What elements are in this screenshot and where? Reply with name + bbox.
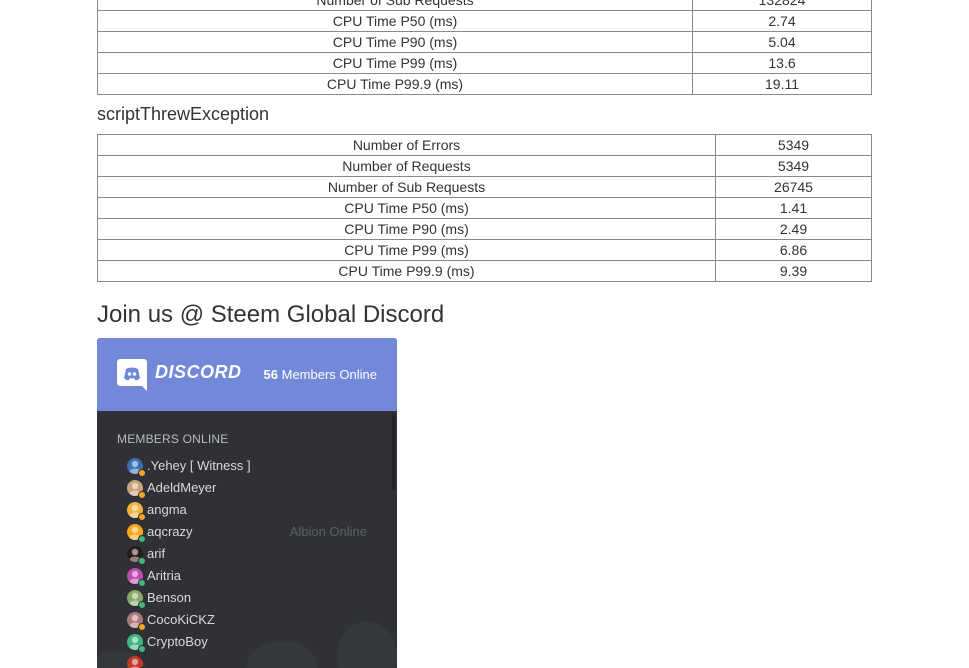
member-list: .Yehey [ Witness ] AdeldMeyer angma aqcrazy…	[127, 455, 397, 668]
metric-value: 5349	[716, 156, 872, 177]
status-indicator	[138, 469, 146, 477]
table-row: CPU Time P99.9 (ms)9.39	[98, 261, 872, 282]
exception-stats-table: Number of Errors5349Number of Requests53…	[97, 134, 872, 282]
status-indicator	[138, 513, 146, 521]
member-list-item[interactable]: angma	[127, 499, 397, 521]
members-online-heading: MEMBERS ONLINE	[117, 432, 229, 446]
metric-value: 2.49	[716, 219, 872, 240]
member-name: Aritria	[147, 568, 181, 584]
member-list-item[interactable]: CocoKiCKZ	[127, 609, 397, 631]
table-row: Number of Sub Requests26745	[98, 177, 872, 198]
status-indicator	[138, 601, 146, 609]
discord-wordmark: DISCORD	[155, 362, 242, 383]
discord-logo-icon	[117, 359, 147, 396]
member-name: .Yehey [ Witness ]	[147, 458, 251, 474]
metric-label: Number of Errors	[98, 135, 716, 156]
member-activity: Albion Online	[290, 524, 367, 540]
metric-value: 19.11	[693, 74, 872, 95]
member-name: Benson	[147, 590, 191, 606]
metric-value: 5349	[716, 135, 872, 156]
member-list-item[interactable]: .Yehey [ Witness ]	[127, 455, 397, 477]
discord-widget[interactable]: DISCORD 56 Members Online MEMBERS ONLINE…	[97, 338, 397, 668]
member-list-item[interactable]: arif	[127, 543, 397, 565]
metric-value: 2.74	[693, 11, 872, 32]
status-indicator	[138, 623, 146, 631]
metric-label: CPU Time P50 (ms)	[98, 11, 693, 32]
table-row: Number of Errors5349	[98, 135, 872, 156]
metric-value: 9.39	[716, 261, 872, 282]
metric-value: 13.6	[693, 53, 872, 74]
table-row: CPU Time P99 (ms)13.6	[98, 53, 872, 74]
member-name: CocoKiCKZ	[147, 612, 215, 628]
member-list-item[interactable]: AdeldMeyer	[127, 477, 397, 499]
member-list-item[interactable]: aqcrazy Albion Online	[127, 521, 397, 543]
metric-label: CPU Time P99.9 (ms)	[98, 74, 693, 95]
metric-label: CPU Time P99 (ms)	[98, 240, 716, 261]
online-count-number: 56	[264, 367, 278, 382]
table-row: Number of Requests5349	[98, 156, 872, 177]
metric-value: 1.41	[716, 198, 872, 219]
metric-label: CPU Time P50 (ms)	[98, 198, 716, 219]
table-row: Number of Sub Requests132824	[98, 0, 872, 11]
status-indicator	[138, 557, 146, 565]
metric-value: 132824	[693, 0, 872, 11]
status-indicator	[138, 579, 146, 587]
metric-value: 5.04	[693, 32, 872, 53]
status-indicator	[138, 645, 146, 653]
top-stats-body: Number of Sub Requests132824CPU Time P50…	[98, 0, 872, 95]
member-list-item[interactable]: Aritria	[127, 565, 397, 587]
member-list-item[interactable]: Benson	[127, 587, 397, 609]
table-row: CPU Time P90 (ms)5.04	[98, 32, 872, 53]
members-online-count: 56 Members Online	[264, 367, 377, 382]
member-name: CryptoBoy	[147, 634, 208, 650]
member-name: aqcrazy	[147, 524, 193, 540]
online-count-label: Members Online	[282, 367, 377, 382]
table-row: CPU Time P90 (ms)2.49	[98, 219, 872, 240]
table-row: CPU Time P99.9 (ms)19.11	[98, 74, 872, 95]
member-list-item[interactable]: CryptoBoy	[127, 631, 397, 653]
member-name: AdeldMeyer	[147, 480, 216, 496]
metric-label: Number of Sub Requests	[98, 0, 693, 11]
metric-label: Number of Requests	[98, 156, 716, 177]
table-row: CPU Time P99 (ms)6.86	[98, 240, 872, 261]
metric-value: 6.86	[716, 240, 872, 261]
section-title-discord: Join us @ Steem Global Discord	[97, 300, 444, 330]
metric-label: CPU Time P90 (ms)	[98, 32, 693, 53]
status-indicator	[138, 535, 146, 543]
table-row: CPU Time P50 (ms)2.74	[98, 11, 872, 32]
exception-stats-body: Number of Errors5349Number of Requests53…	[98, 135, 872, 282]
section-title-exception: scriptThrewException	[97, 103, 269, 125]
member-name: arif	[147, 546, 165, 562]
metric-label: Number of Sub Requests	[98, 177, 716, 198]
discord-header[interactable]: DISCORD 56 Members Online	[97, 338, 397, 411]
metric-label: CPU Time P99.9 (ms)	[98, 261, 716, 282]
metric-label: CPU Time P90 (ms)	[98, 219, 716, 240]
member-list-item[interactable]	[127, 653, 397, 668]
metric-value: 26745	[716, 177, 872, 198]
status-indicator	[138, 491, 146, 499]
discord-body: MEMBERS ONLINE .Yehey [ Witness ] AdeldMe…	[97, 411, 397, 668]
table-row: CPU Time P50 (ms)1.41	[98, 198, 872, 219]
member-name: angma	[147, 502, 187, 518]
metric-label: CPU Time P99 (ms)	[98, 53, 693, 74]
top-stats-table: Number of Sub Requests132824CPU Time P50…	[97, 0, 872, 95]
